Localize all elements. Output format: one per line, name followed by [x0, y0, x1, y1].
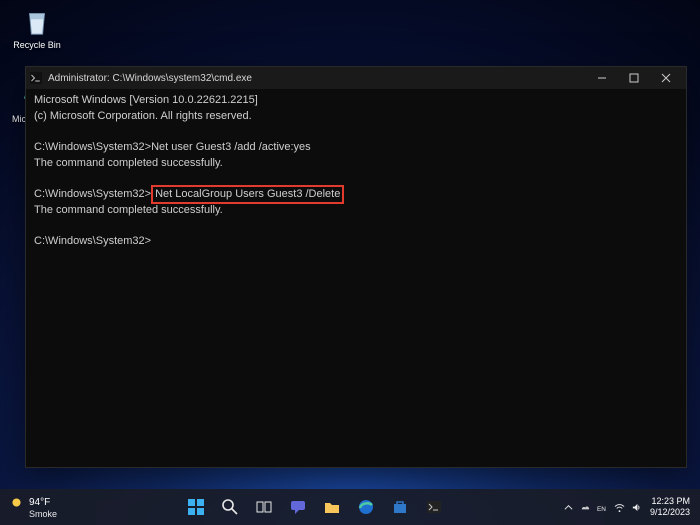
console-cmd1: Net user Guest3 /add /active:yes: [151, 141, 311, 153]
clock-date: 9/12/2023: [650, 507, 690, 518]
console-prompt: C:\Windows\System32: [34, 188, 151, 200]
recycle-bin-icon: [22, 8, 52, 38]
weather-temp: 94°F: [29, 497, 50, 508]
recycle-bin-label: Recycle Bin: [13, 40, 61, 50]
language-icon: EN: [597, 502, 608, 513]
taskbar-right: EN 12:23 PM 9/12/2023: [500, 496, 700, 518]
minimize-button[interactable]: [586, 67, 618, 89]
window-title: Administrator: C:\Windows\system32\cmd.e…: [48, 73, 586, 84]
maximize-button[interactable]: [618, 67, 650, 89]
console-result2: The command completed successfully.: [34, 204, 223, 216]
taskbar: 94°F Smoke EN: [0, 489, 700, 525]
chat-button[interactable]: [283, 492, 313, 522]
cmd-window-icon: [30, 72, 42, 84]
console-prompt: C:\Windows\System32: [34, 141, 151, 153]
titlebar[interactable]: Administrator: C:\Windows\system32\cmd.e…: [26, 67, 686, 89]
explorer-button[interactable]: [317, 492, 347, 522]
cmd-window: Administrator: C:\Windows\system32\cmd.e…: [25, 66, 687, 468]
store-button[interactable]: [385, 492, 415, 522]
highlighted-command: Net LocalGroup Users Guest3 /Delete: [151, 185, 344, 204]
console-result1: The command completed successfully.: [34, 157, 223, 169]
onedrive-icon: [580, 502, 591, 513]
weather-desc: Smoke: [29, 509, 130, 519]
taskbar-center: [181, 492, 449, 522]
clock-time: 12:23 PM: [651, 496, 690, 507]
console-output[interactable]: Microsoft Windows [Version 10.0.22621.22…: [26, 89, 686, 467]
terminal-taskbar-button[interactable]: [419, 492, 449, 522]
recycle-bin-desktop-icon[interactable]: Recycle Bin: [8, 8, 66, 50]
close-button[interactable]: [650, 67, 682, 89]
console-header2: (c) Microsoft Corporation. All rights re…: [34, 110, 252, 122]
weather-icon: [10, 496, 23, 509]
edge-taskbar-button[interactable]: [351, 492, 381, 522]
volume-icon: [631, 502, 642, 513]
chevron-up-icon: [563, 502, 574, 513]
weather-widget[interactable]: 94°F Smoke: [0, 496, 130, 519]
clock[interactable]: 12:23 PM 9/12/2023: [650, 496, 690, 518]
svg-text:EN: EN: [597, 506, 606, 513]
system-tray[interactable]: EN: [563, 502, 642, 513]
console-header1: Microsoft Windows [Version 10.0.22621.22…: [34, 94, 258, 106]
wifi-icon: [614, 502, 625, 513]
console-prompt: C:\Windows\System32: [34, 235, 151, 247]
start-button[interactable]: [181, 492, 211, 522]
search-button[interactable]: [215, 492, 245, 522]
task-view-button[interactable]: [249, 492, 279, 522]
